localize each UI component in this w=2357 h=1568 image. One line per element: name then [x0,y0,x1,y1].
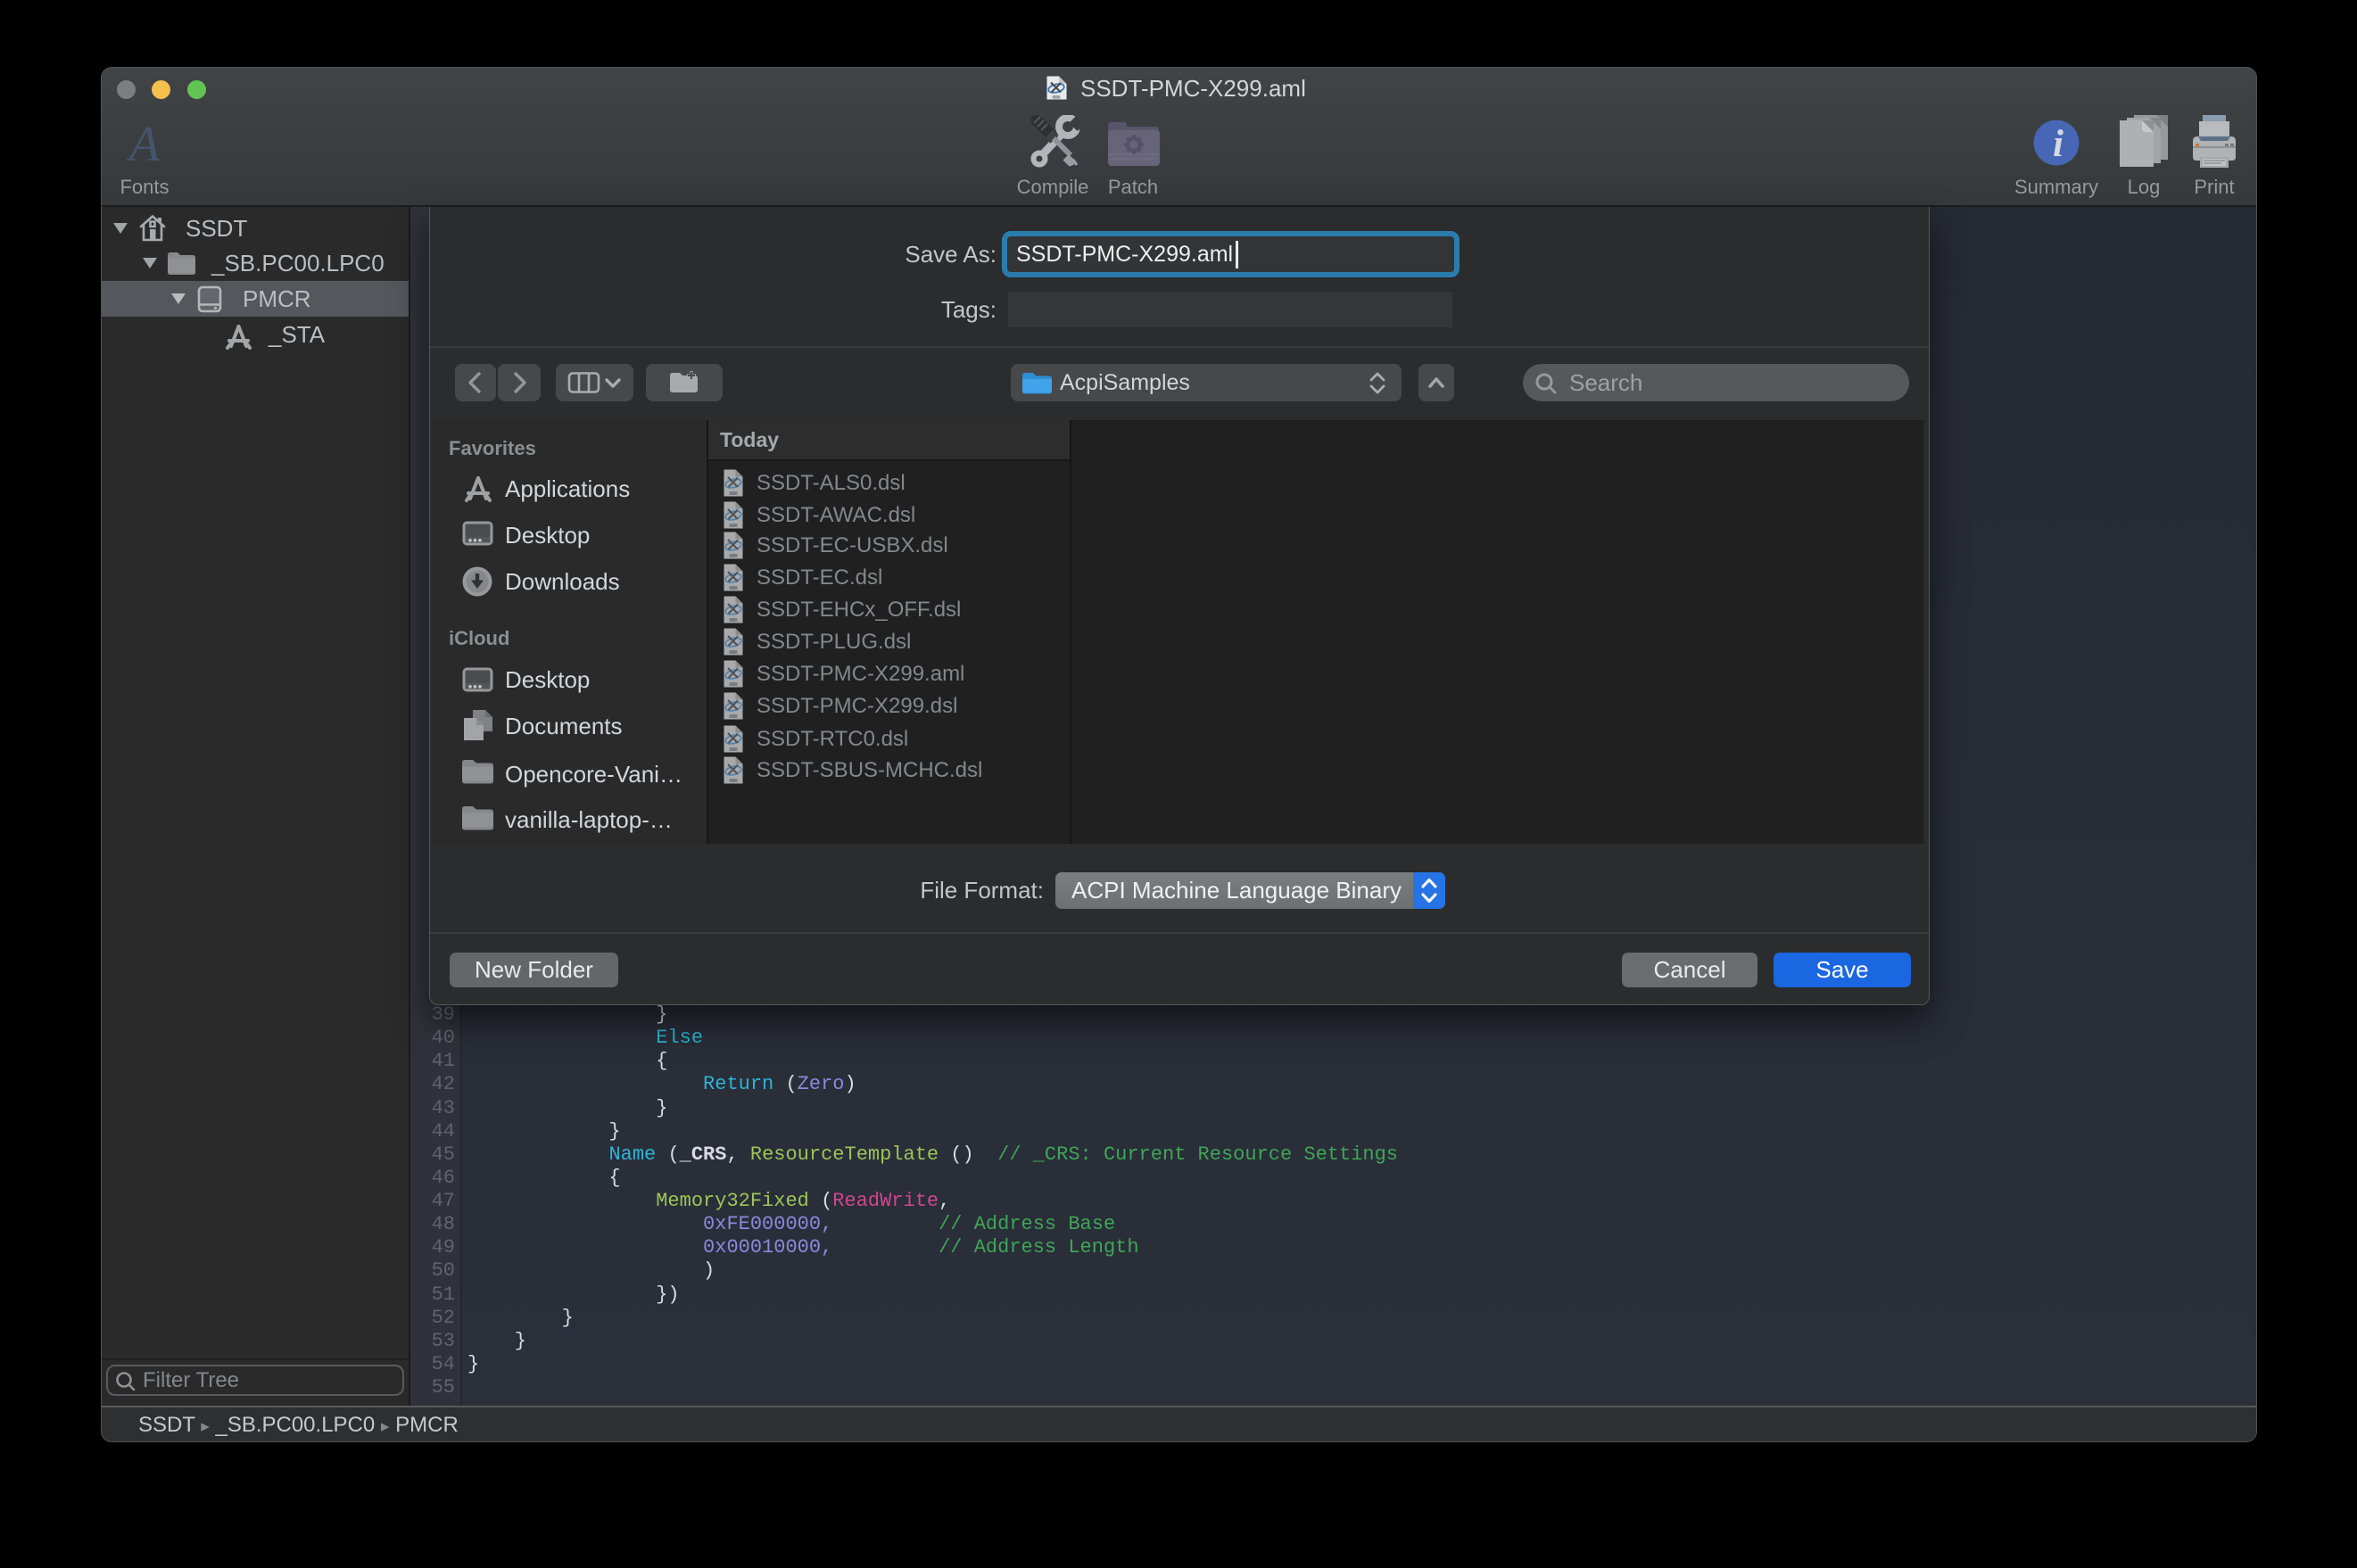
svg-text:i: i [2053,123,2063,165]
